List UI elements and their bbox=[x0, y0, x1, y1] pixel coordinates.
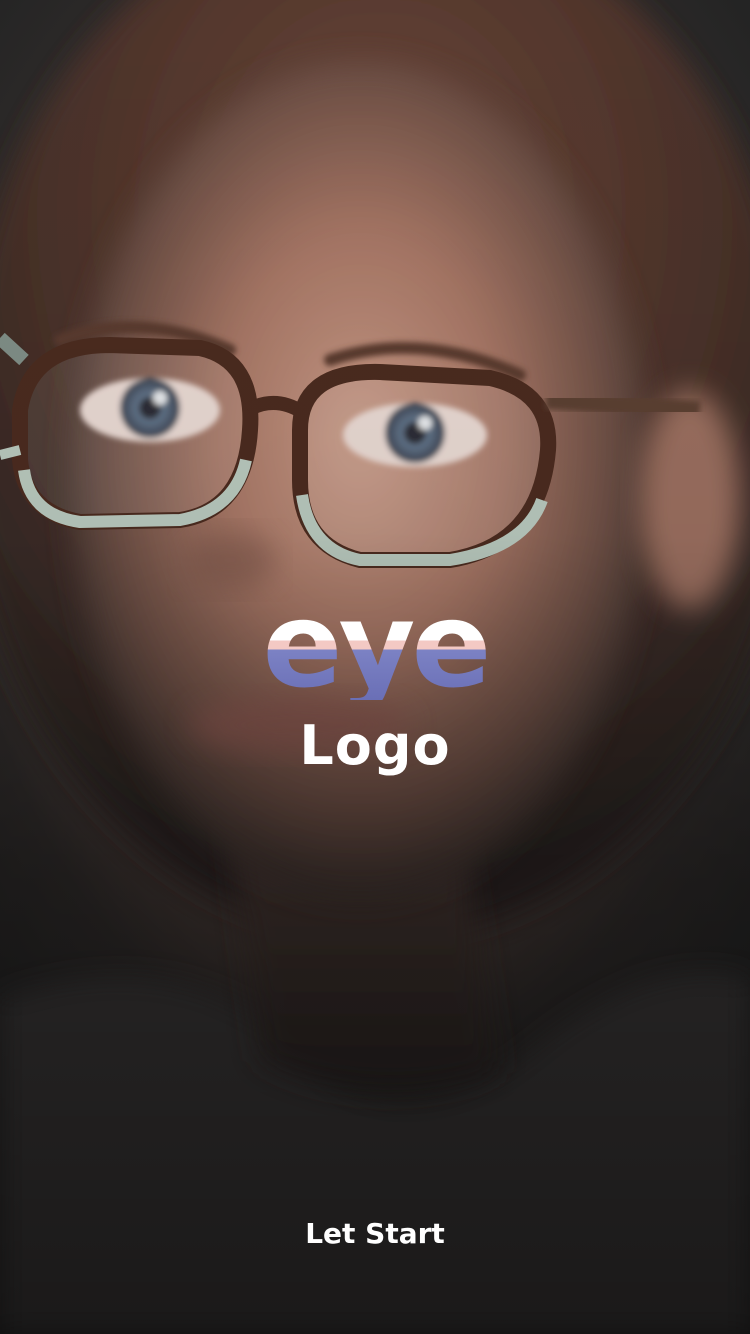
let-start-button[interactable]: Let Start bbox=[275, 1200, 475, 1266]
logo-wordmark: eye bbox=[262, 576, 492, 714]
logo-subtitle: Logo bbox=[299, 714, 451, 777]
app-logo: eye Logo bbox=[0, 576, 750, 777]
splash-screen: eye Logo Let Start bbox=[0, 0, 750, 1334]
